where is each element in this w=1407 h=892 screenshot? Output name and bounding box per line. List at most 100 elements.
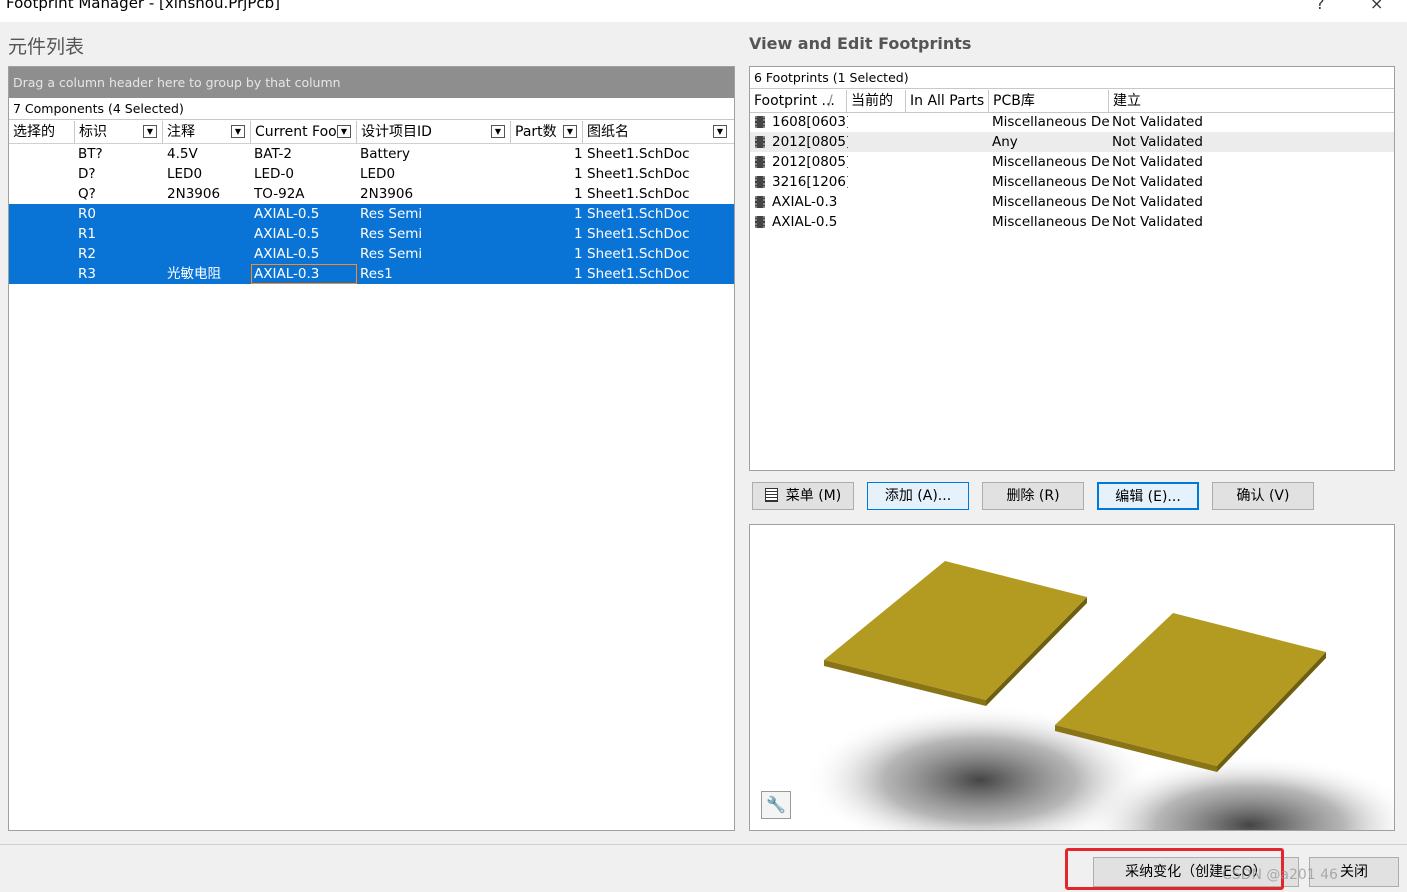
wrench-tool-icon[interactable]: 🔧 [761,791,791,819]
column-header-comment[interactable]: 注释 ▼ [163,121,251,143]
footprints-heading: View and Edit Footprints [749,34,972,53]
footprint-count: 6 Footprints (1 Selected) [750,67,1394,89]
delete-footprint-button[interactable]: 删除 (R) [982,482,1084,510]
footprint-chip-icon [755,176,765,188]
component-grid-header: 选择的 标识 ▼ 注释 ▼ Current Foo... ▼ 设计项目ID ▼ Part… [9,121,734,144]
footprint-grid-header: Footprint ... / 当前的 In All Parts PCB库 建立 [750,90,1394,113]
footprint-name-cell: 3216[1206] [772,174,848,190]
component-row[interactable]: BT? 4.5V BAT-2 Battery 1 Sheet1.SchDoc [9,144,734,164]
pcb-library-cell: Miscellaneous Devi [992,174,1109,190]
pcb-library-cell: Miscellaneous Devi [992,154,1109,170]
column-header-selected[interactable]: 选择的 [9,121,75,143]
build-status-cell: Not Validated [1112,194,1203,210]
pad-preview-graphic [805,561,1394,830]
component-row[interactable]: D? LED0 LED-0 LED0 1 Sheet1.SchDoc [9,164,734,184]
footprint-chip-icon [755,136,765,148]
component-row-selected[interactable]: R2 AXIAL-0.5 Res Semi 1 Sheet1.SchDoc [9,244,734,264]
design-id-cell: LED0 [360,166,396,182]
component-row-selected[interactable]: R3 光敏电阻 AXIAL-0.3 Res1 1 Sheet1.SchDoc [9,264,734,284]
comment-cell: LED0 [167,166,203,182]
column-header-build[interactable]: 建立 [1109,90,1395,112]
footprint-row-selected[interactable]: 2012[0805] ( Any Not Validated [750,132,1394,152]
footprint-name-cell: 1608[0603] [772,114,848,130]
footprint-cell[interactable]: AXIAL-0.5 [254,204,319,224]
designator-cell: R3 [78,266,96,282]
component-row[interactable]: Q? 2N3906 TO-92A 2N3906 1 Sheet1.SchDoc [9,184,734,204]
footprint-cell[interactable]: BAT-2 [254,144,292,164]
add-footprint-button[interactable]: 添加 (A)... [867,482,969,510]
dialog-footer: 采纳变化（创建ECO） 关闭 CSDN @a201 46 [0,844,1407,892]
footprint-chip-icon [755,156,765,168]
build-status-cell: Not Validated [1112,134,1203,150]
design-id-cell: 2N3906 [360,186,414,202]
column-header-sheet[interactable]: 图纸名 ▼ [583,121,734,143]
part-count-cell: 1 [574,166,583,182]
footprint-grid[interactable]: 6 Footprints (1 Selected) Footprint ... /… [749,66,1395,471]
filter-dropdown-icon[interactable]: ▼ [563,125,577,138]
designator-cell: R1 [78,226,96,242]
component-row-selected[interactable]: R1 AXIAL-0.5 Res Semi 1 Sheet1.SchDoc [9,224,734,244]
menu-list-icon [764,488,778,502]
close-window-button[interactable]: × [1370,0,1383,13]
designator-cell: Q? [78,186,96,202]
footprint-cell[interactable]: AXIAL-0.5 [254,244,319,264]
filter-dropdown-icon[interactable]: ▼ [231,125,245,138]
footprint-cell[interactable]: LED-0 [254,164,294,184]
title-bar: Footprint Manager - [xinshou.PrjPcb] ? × [0,0,1407,22]
column-header-design-id[interactable]: 设计项目ID ▼ [357,121,511,143]
footprint-row[interactable]: 2012[0805] ( Miscellaneous Devi Not Vali… [750,152,1394,172]
component-list-heading: 元件列表 [8,36,85,58]
filter-dropdown-icon[interactable]: ▼ [713,125,727,138]
footprint-cell[interactable]: TO-92A [254,184,305,204]
column-header-in-all-parts[interactable]: In All Parts [906,90,989,112]
footprint-3d-preview[interactable]: 🔧 [749,524,1395,831]
build-status-cell: Not Validated [1112,214,1203,230]
column-header-current-footprint[interactable]: Current Foo... ▼ [251,121,357,143]
footprint-chip-icon [755,116,765,128]
design-id-cell: Res Semi [360,206,423,222]
footprint-row[interactable]: 3216[1206] Miscellaneous Devi Not Valida… [750,172,1394,192]
column-header-designator[interactable]: 标识 ▼ [75,121,163,143]
part-count-cell: 1 [574,266,583,282]
footprint-row[interactable]: AXIAL-0.5 Miscellaneous Devi Not Validat… [750,212,1394,232]
pcb-library-cell: Miscellaneous Devi [992,194,1109,210]
design-id-cell: Res Semi [360,226,423,242]
component-grid[interactable]: Drag a column header here to group by th… [8,66,735,831]
sheet-cell: Sheet1.SchDoc [587,166,690,182]
footprint-cell[interactable]: AXIAL-0.5 [254,224,319,244]
build-status-cell: Not Validated [1112,154,1203,170]
pad-left-top [824,561,1087,700]
group-by-bar[interactable]: Drag a column header here to group by th… [9,67,734,98]
design-id-cell: Battery [360,146,410,162]
build-status-cell: Not Validated [1112,114,1203,130]
part-count-cell: 1 [574,206,583,222]
design-id-cell: Res1 [360,266,393,282]
component-count: 7 Components (4 Selected) [9,98,734,120]
column-header-pcb-library[interactable]: PCB库 [989,90,1109,112]
sheet-cell: Sheet1.SchDoc [587,246,690,262]
filter-dropdown-icon[interactable]: ▼ [337,125,351,138]
designator-cell: R0 [78,206,96,222]
sheet-cell: Sheet1.SchDoc [587,226,690,242]
column-header-part-count[interactable]: Part数 ▼ [511,121,583,143]
part-count-cell: 1 [574,146,583,162]
sheet-cell: Sheet1.SchDoc [587,146,690,162]
confirm-button[interactable]: 确认 (V) [1212,482,1314,510]
footprint-chip-icon [755,216,765,228]
edit-footprint-button[interactable]: 编辑 (E)... [1097,482,1199,510]
filter-dropdown-icon[interactable]: ▼ [491,125,505,138]
sheet-cell: Sheet1.SchDoc [587,206,690,222]
column-header-footprint[interactable]: Footprint ... / [750,90,847,112]
designator-cell: BT? [78,146,103,162]
footprint-cell-focused[interactable]: AXIAL-0.3 [251,264,357,284]
comment-cell: 4.5V [167,146,198,162]
component-row-selected[interactable]: R0 AXIAL-0.5 Res Semi 1 Sheet1.SchDoc [9,204,734,224]
footprint-row[interactable]: 1608[0603] Miscellaneous Devi Not Valida… [750,112,1394,132]
designator-cell: D? [78,166,96,182]
footprint-row[interactable]: AXIAL-0.3 Miscellaneous Devi Not Validat… [750,192,1394,212]
help-button[interactable]: ? [1316,0,1325,13]
column-header-current[interactable]: 当前的 [847,90,906,112]
filter-dropdown-icon[interactable]: ▼ [143,125,157,138]
comment-cell: 2N3906 [167,186,221,202]
menu-button[interactable]: 菜单 (M) [752,482,854,510]
